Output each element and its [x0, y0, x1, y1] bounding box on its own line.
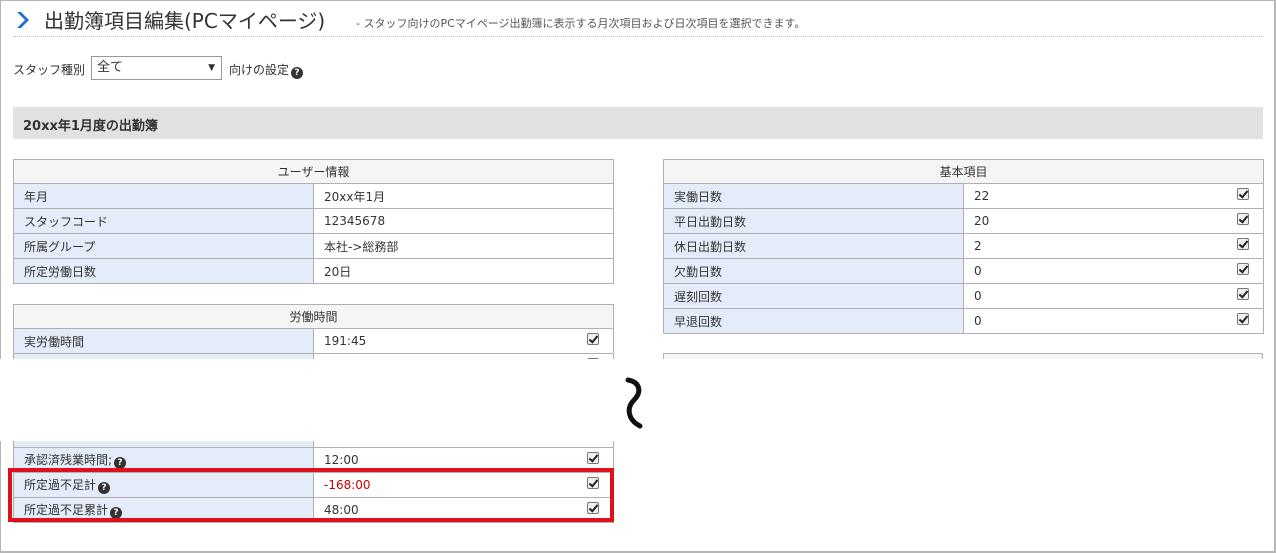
row-value: 20日 [312, 258, 615, 284]
row-value-text: 0 [974, 314, 982, 328]
staff-type-label: スタッフ種別 [13, 63, 86, 77]
row-value: 20xx年1月 [312, 183, 615, 209]
user-info-table: ユーザー情報 年月 20xx年1月 スタッフコード 12345678 所属グループ本… [12, 159, 615, 284]
row-value: 12345678 [312, 208, 615, 234]
table-row: 年月 20xx年1月 [13, 183, 615, 209]
staff-type-suffix: 向けの設定? [229, 61, 304, 79]
page-header: 出勤簿項目編集(PCマイページ) - スタッフ向けのPCマイページ出勤簿に表示す… [14, 6, 1264, 37]
row-value-text: 20 [974, 214, 990, 228]
display-checkbox[interactable] [587, 451, 599, 464]
display-checkbox[interactable] [1237, 263, 1250, 275]
display-checkbox[interactable] [1237, 238, 1250, 250]
row-value-text: 22 [974, 189, 990, 203]
page-title: 出勤簿項目編集(PCマイページ) [44, 9, 326, 33]
display-checkbox[interactable] [1237, 288, 1250, 300]
row-label: 早退回数 [663, 308, 964, 334]
row-label: 休日出勤日数 [663, 233, 964, 259]
staff-type-selected: 全て [97, 60, 124, 75]
row-label-text: 承認済残業時間; [24, 452, 113, 467]
table-row: 実働日数 22 [663, 183, 1265, 209]
staff-type-select[interactable]: 全て ▼ [91, 56, 222, 80]
chevron-right-icon [17, 12, 29, 28]
page-description: - スタッフ向けのPCマイページ出勤簿に表示する月次項目および日次項目を選択でき… [356, 17, 806, 30]
row-label: スタッフコード [13, 208, 314, 234]
row-value: 191:45 [312, 328, 615, 354]
basic-items-header: 基本項目 [662, 159, 1265, 184]
dropdown-arrow-icon: ▼ [208, 63, 215, 73]
wave-break-icon [625, 377, 643, 429]
row-label: 平日出勤日数 [663, 208, 964, 234]
row-label: 実労働時間 [13, 328, 314, 354]
section-header: 20xx年1月度の出勤簿 [13, 107, 1263, 139]
row-label: 所定労働日数 [13, 258, 314, 284]
row-label: 実働日数 [663, 183, 964, 209]
row-value: 2 [962, 233, 1265, 259]
table-row: 実労働時間 191:45 [13, 328, 615, 354]
user-info-header: ユーザー情報 [12, 159, 615, 184]
row-value: 本社->総務部 [312, 233, 615, 259]
row-value-text: 2 [974, 239, 982, 253]
table-row: 所定労働日数 20日 [13, 258, 615, 284]
section-title: 20xx年1月度の出勤簿 [23, 119, 158, 134]
table-row: 早退回数 0 [663, 308, 1265, 334]
row-value: 0 [962, 308, 1265, 334]
row-value-text: 0 [974, 264, 982, 278]
row-label: 所属グループ [13, 233, 314, 259]
highlight-box [8, 468, 614, 522]
table-row: 欠勤日数 0 [663, 258, 1265, 284]
row-value-text: 0 [974, 289, 982, 303]
row-label: 年月 [13, 183, 314, 209]
table-row: 平日出勤日数 20 [663, 208, 1265, 234]
staff-type-filter: スタッフ種別 全て ▼ 向けの設定? [13, 56, 313, 80]
row-value: 20 [962, 208, 1265, 234]
display-checkbox[interactable] [587, 333, 600, 345]
table-row: スタッフコード 12345678 [13, 208, 615, 234]
row-value-text: 12:00 [324, 452, 359, 467]
help-icon[interactable]: ? [114, 456, 127, 469]
row-value-text: 191:45 [324, 334, 367, 348]
row-label: 欠勤日数 [663, 258, 964, 284]
row-label: 遅刻回数 [663, 283, 964, 309]
table-row: 遅刻回数 0 [663, 283, 1265, 309]
help-icon[interactable]: ? [291, 67, 304, 79]
basic-items-table: 基本項目 実働日数 22 平日出勤日数 20 休日出勤日数 2 欠勤日数 0 遅刻回数 0… [662, 159, 1265, 334]
work-time-header: 労働時間 [12, 304, 615, 329]
display-checkbox[interactable] [1237, 188, 1250, 200]
row-value: 0 [962, 258, 1265, 284]
display-checkbox[interactable] [1237, 213, 1250, 225]
row-value: 0 [962, 283, 1265, 309]
table-row: 所属グループ 本社->総務部 [13, 233, 615, 259]
staff-type-suffix-text: 向けの設定 [229, 63, 290, 77]
table-row: 休日出勤日数 2 [663, 233, 1265, 259]
display-checkbox[interactable] [1237, 313, 1250, 325]
row-value: 22 [962, 183, 1265, 209]
